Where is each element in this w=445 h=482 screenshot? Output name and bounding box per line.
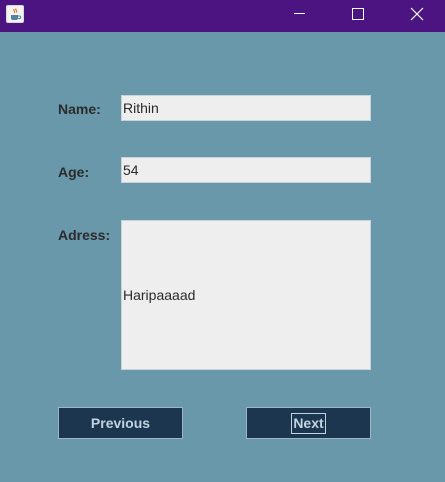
maximize-icon (352, 8, 364, 20)
maximize-button[interactable] (335, 0, 381, 32)
next-button-label: Next (291, 412, 326, 434)
previous-button[interactable]: Previous (58, 407, 183, 439)
minimize-icon (294, 13, 305, 14)
close-button[interactable] (394, 0, 440, 32)
address-text: Haripaaaad (123, 287, 196, 303)
next-button[interactable]: Next (246, 407, 371, 439)
title-bar[interactable] (0, 0, 445, 32)
minimize-button[interactable] (276, 0, 322, 32)
age-input[interactable] (121, 157, 371, 183)
close-icon (410, 7, 424, 21)
address-textarea[interactable]: Haripaaaad (121, 220, 371, 370)
name-label: Name: (58, 101, 101, 117)
name-input[interactable] (121, 95, 371, 121)
age-label: Age: (58, 164, 90, 180)
app-window: Name: Age: Adress: Haripaaaad Previous N… (0, 0, 445, 482)
address-label: Adress: (58, 227, 111, 243)
java-cup-icon (6, 5, 24, 23)
previous-button-label: Previous (90, 415, 151, 431)
